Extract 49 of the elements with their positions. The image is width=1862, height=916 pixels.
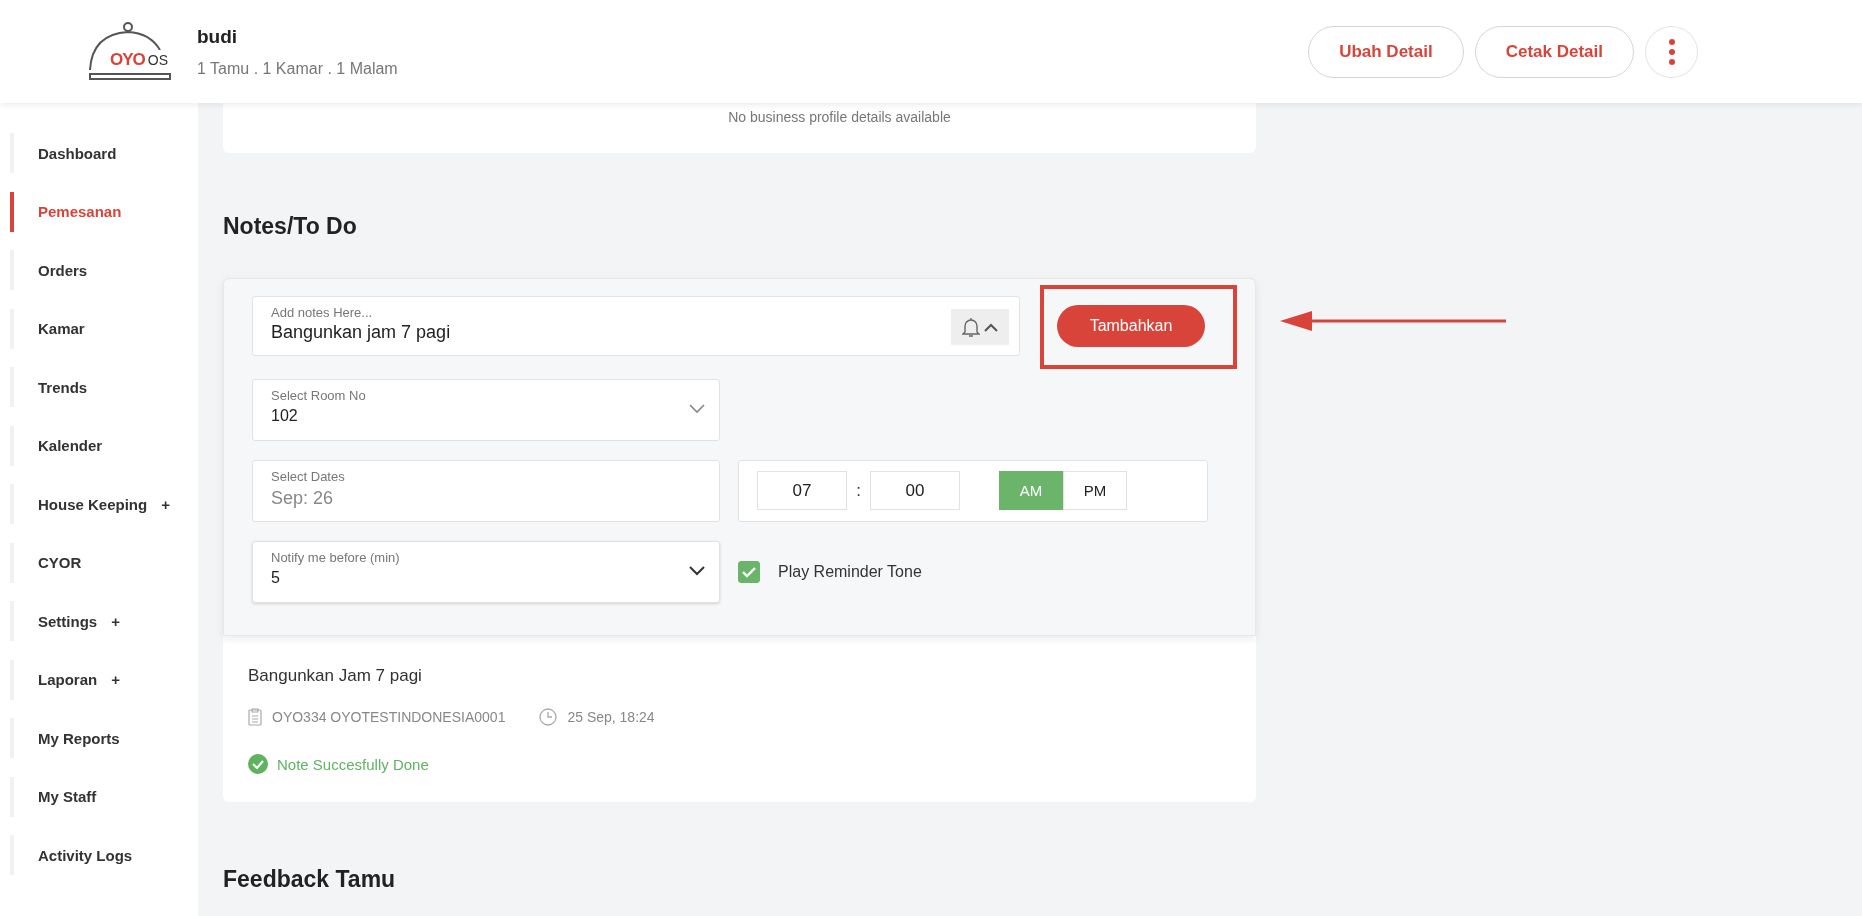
sidebar-item[interactable]: Kalender bbox=[0, 416, 198, 475]
sidebar-item[interactable]: Settings + bbox=[0, 592, 198, 651]
note-time: 25 Sep, 18:24 bbox=[567, 709, 655, 725]
bell-icon bbox=[962, 316, 980, 338]
guest-name: budi bbox=[197, 25, 239, 48]
sidebar-item[interactable]: House Keeping + bbox=[0, 475, 198, 534]
check-icon bbox=[742, 566, 756, 578]
sidebar-item[interactable]: Orders bbox=[0, 241, 198, 300]
add-button[interactable]: Tambahkan bbox=[1057, 305, 1205, 347]
reminder-checkbox[interactable] bbox=[738, 561, 760, 583]
section-title: Feedback Tamu bbox=[223, 866, 397, 893]
sidebar-item[interactable]: Laporan + bbox=[0, 650, 198, 709]
booking-summary: 1 Tamu . 1 Kamar . 1 Malam bbox=[197, 59, 398, 78]
minute-field[interactable]: 00 bbox=[870, 471, 960, 510]
sidebar-item[interactable]: Kamar bbox=[0, 299, 198, 358]
expand-sign[interactable]: + bbox=[111, 612, 120, 630]
time-separator: : bbox=[855, 480, 862, 502]
sidebar-item[interactable]: Trends bbox=[0, 358, 198, 417]
chevron-down-icon bbox=[689, 404, 705, 414]
empty-message: No business profile details available bbox=[728, 109, 951, 127]
action-button[interactable]: Cetak Detail bbox=[1474, 25, 1634, 78]
room-reference: OYO334 OYOTESTINDONESIA0001 bbox=[272, 709, 506, 725]
reminder-toggle[interactable] bbox=[951, 309, 1009, 345]
sidebar-item[interactable]: My Staff bbox=[0, 767, 198, 826]
section-title: Notes/To Do bbox=[223, 213, 358, 240]
action-button[interactable]: Ubah Detail bbox=[1308, 25, 1464, 78]
sidebar-item[interactable]: Dashboard bbox=[0, 124, 198, 183]
logo-suffix: OS bbox=[147, 51, 169, 68]
note-status: Note Succesfully Done bbox=[277, 755, 429, 773]
note-input[interactable]: Add notes Here... Bangunkan jam 7 pagi bbox=[252, 296, 1020, 356]
note-text: Bangunkan Jam 7 pagi bbox=[248, 666, 423, 686]
sidebar-item[interactable]: CYOR bbox=[0, 533, 198, 592]
more-icon bbox=[1668, 38, 1675, 65]
logo-text: OYO bbox=[110, 49, 145, 70]
sidebar-item[interactable]: My Reports bbox=[0, 709, 198, 768]
date-field[interactable]: Select Dates Sep: 26 bbox=[252, 460, 720, 522]
room-select[interactable]: Select Room No 102 bbox=[252, 379, 720, 441]
hour-field[interactable]: 07 bbox=[757, 471, 847, 510]
sidebar-item[interactable]: Activity Logs bbox=[0, 826, 198, 885]
clock-icon bbox=[539, 708, 558, 726]
check-circle-icon bbox=[248, 754, 268, 774]
notify-select[interactable]: Notify me before (min) 5 bbox=[252, 541, 720, 603]
chevron-down-icon bbox=[689, 566, 705, 576]
period-toggle[interactable]: PM bbox=[1063, 471, 1127, 510]
clipboard-icon bbox=[248, 708, 262, 726]
sidebar-item[interactable]: Pemesanan bbox=[0, 182, 198, 241]
checkbox-label: Play Reminder Tone bbox=[778, 563, 922, 581]
expand-sign[interactable]: + bbox=[111, 671, 120, 689]
expand-sign[interactable]: + bbox=[161, 495, 170, 513]
